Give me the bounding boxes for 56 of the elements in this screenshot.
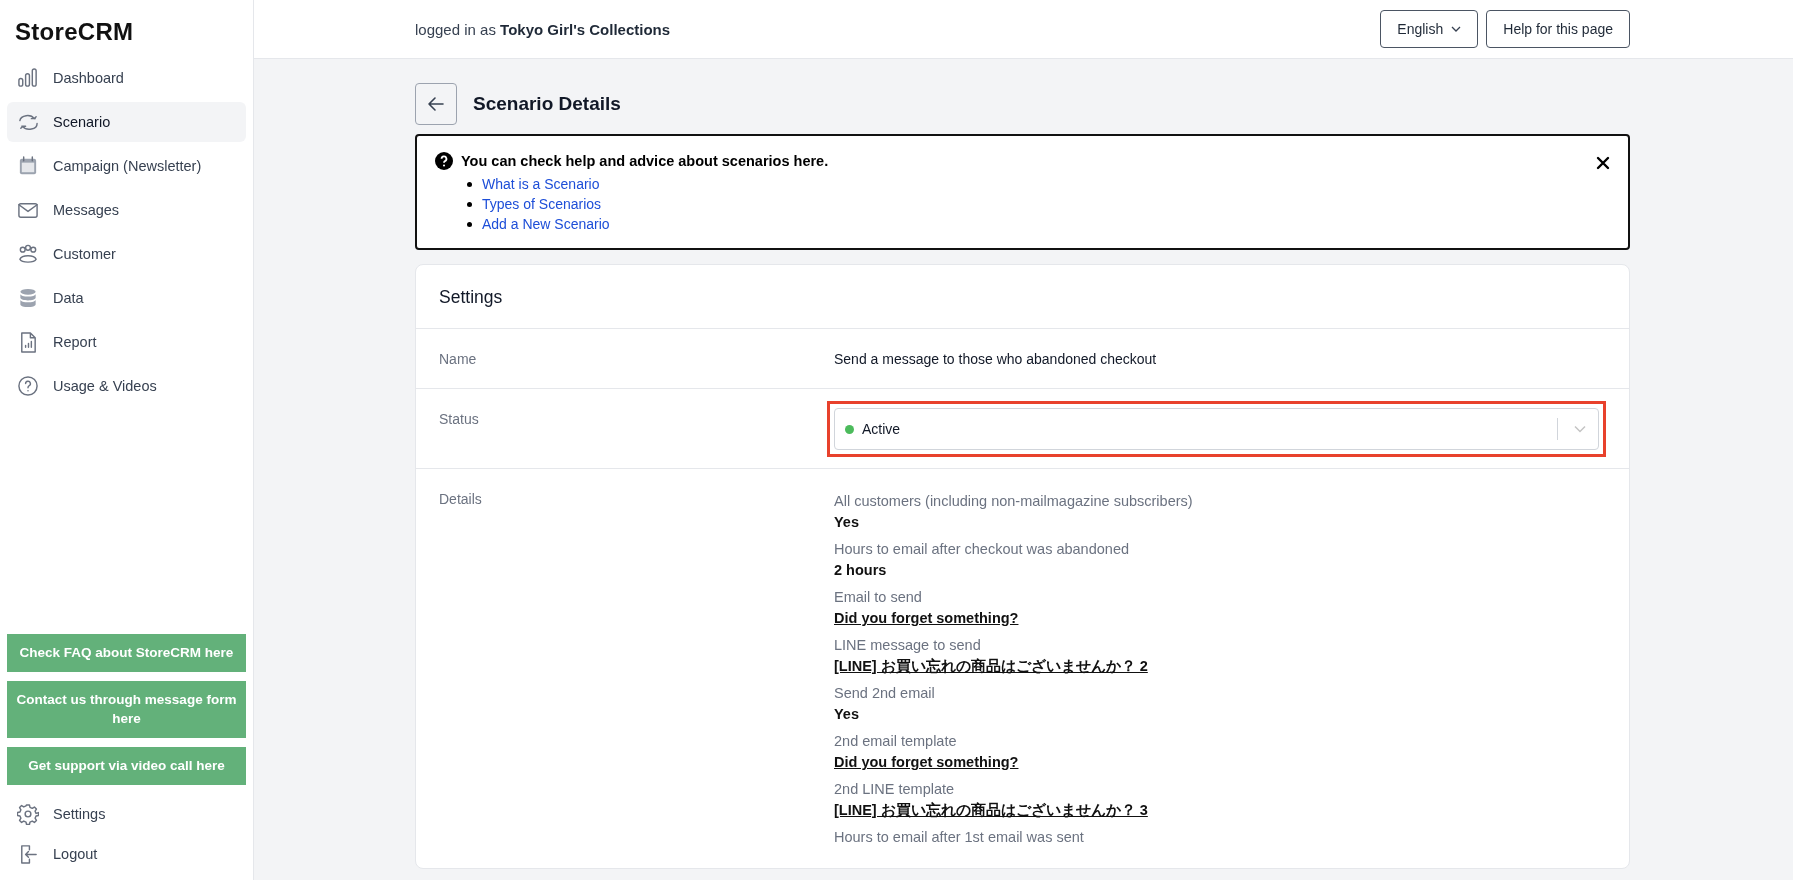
detail-link[interactable]: [LINE] お買い忘れの商品はございませんか？ 2	[834, 655, 1606, 677]
help-icon	[435, 152, 453, 170]
chevron-down-icon	[1451, 26, 1462, 32]
language-dropdown[interactable]: English	[1380, 10, 1479, 48]
detail-value: 2 hours	[834, 561, 888, 580]
sidebar-item[interactable]: Data	[7, 278, 246, 318]
bullet-icon	[467, 221, 472, 227]
people-icon	[17, 243, 39, 265]
calendar-icon	[17, 155, 39, 177]
field-label: Details	[439, 491, 483, 509]
field-value: Send a message to those who abandoned checkout	[834, 351, 1158, 367]
detail-link[interactable]: Did you forget something?	[834, 751, 1606, 773]
card-title: Settings	[416, 265, 1629, 329]
database-icon	[17, 287, 39, 309]
sidebar-item[interactable]: Messages	[7, 190, 246, 230]
page-title: Scenario Details	[473, 93, 621, 115]
help-link[interactable]: Add a New Scenario	[482, 214, 610, 234]
sidebar-item[interactable]: Report	[7, 322, 246, 362]
bar-chart-icon	[17, 67, 39, 89]
close-icon[interactable]	[1596, 156, 1610, 170]
detail-label: Send 2nd email	[834, 684, 936, 703]
help-link[interactable]: Types of Scenarios	[482, 194, 602, 214]
detail-link[interactable]: Did you forget something?	[834, 607, 1606, 629]
help-button[interactable]: Help for this page	[1486, 10, 1630, 48]
sidebar-item[interactable]: Settings	[7, 794, 246, 834]
chevron-down-icon	[1574, 425, 1586, 433]
login-info: logged in as Tokyo Girl's Collections	[415, 20, 671, 38]
bullet-icon	[467, 181, 472, 187]
detail-label: Email to send	[834, 588, 923, 607]
detail-link[interactable]: [LINE] お買い忘れの商品はございませんか？ 3	[834, 799, 1606, 821]
detail-label: LINE message to send	[834, 636, 982, 655]
detail-label: Hours to email after checkout was abandoned	[834, 540, 1130, 559]
detail-label: All customers (including non-mailmagazine subscribers)	[834, 492, 1194, 511]
status-select[interactable]: Active	[834, 408, 1599, 450]
detail-label: 2nd email template	[834, 732, 958, 751]
sidebar-item[interactable]: Scenario	[7, 102, 246, 142]
detail-label: 2nd LINE template	[834, 780, 956, 799]
help-link[interactable]: What is a Scenario	[482, 174, 600, 194]
help-icon	[17, 375, 39, 397]
settings-icon	[17, 803, 39, 825]
sidebar-item[interactable]: Dashboard	[7, 58, 246, 98]
field-label: Name	[439, 351, 478, 367]
status-value: Active	[862, 421, 901, 437]
bullet-icon	[467, 201, 472, 207]
detail-label: Hours to email after 1st email was sent	[834, 828, 1085, 847]
detail-value: Yes	[834, 705, 860, 724]
sidebar-item[interactable]: Customer	[7, 234, 246, 274]
field-label: Status	[439, 411, 480, 429]
back-arrow-icon	[426, 94, 446, 114]
sidebar-item[interactable]: Logout	[7, 834, 246, 874]
back-button[interactable]	[415, 83, 457, 125]
app-logo: StoreCRM	[14, 17, 135, 47]
detail-value: Yes	[834, 513, 860, 532]
help-heading: You can check help and advice about scenarios here.	[461, 153, 829, 169]
sidebar-item[interactable]: Campaign (Newsletter)	[7, 146, 246, 186]
sidebar-item[interactable]: Usage & Videos	[7, 366, 246, 406]
